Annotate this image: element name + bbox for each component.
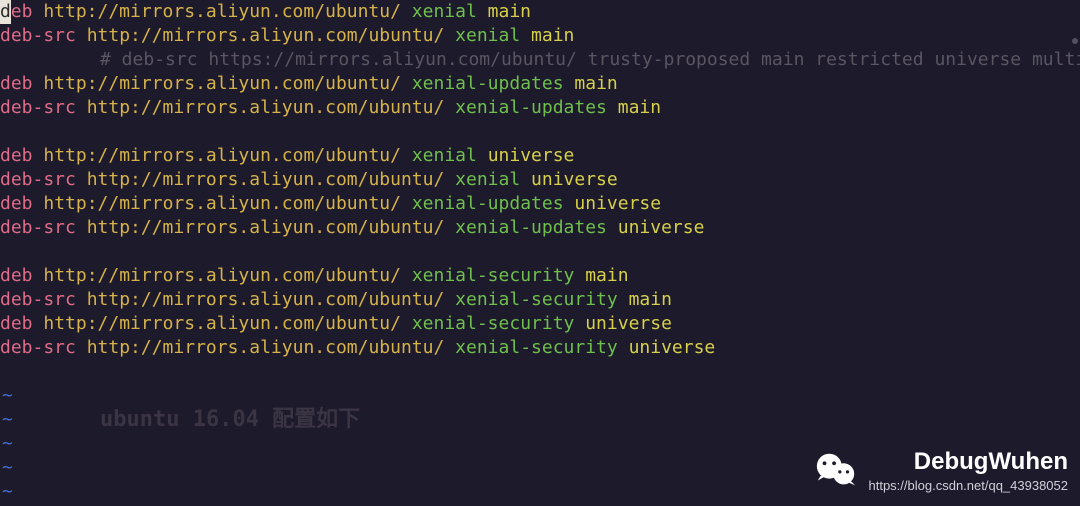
token-deb: deb-src bbox=[0, 216, 87, 240]
editor-line[interactable]: deb http://mirrors.aliyun.com/ubuntu/ xe… bbox=[0, 264, 1080, 288]
token-component: main bbox=[531, 24, 574, 48]
token-url: http://mirrors.aliyun.com/ubuntu/ bbox=[87, 216, 455, 240]
token-suite: xenial-updates bbox=[412, 192, 575, 216]
token-component: main bbox=[574, 72, 617, 96]
vim-tilde: ~ bbox=[0, 480, 13, 504]
editor-line[interactable]: deb-src http://mirrors.aliyun.com/ubuntu… bbox=[0, 24, 1080, 48]
vim-tilde: ~ bbox=[0, 408, 13, 432]
token-deb: deb-src bbox=[0, 288, 87, 312]
editor-line[interactable]: ~ bbox=[0, 408, 1080, 432]
token-url: http://mirrors.aliyun.com/ubuntu/ bbox=[43, 192, 411, 216]
editor-line[interactable]: deb-src http://mirrors.aliyun.com/ubuntu… bbox=[0, 336, 1080, 360]
token-deb: deb bbox=[0, 192, 43, 216]
token-url: http://mirrors.aliyun.com/ubuntu/ bbox=[43, 264, 411, 288]
watermark: DebugWuhen https://blog.csdn.net/qq_4393… bbox=[813, 447, 1069, 500]
token-deb: deb bbox=[0, 312, 43, 336]
editor-line[interactable] bbox=[0, 240, 1080, 264]
token-component: universe bbox=[488, 144, 575, 168]
token-component: main bbox=[488, 0, 531, 24]
token-suite: xenial bbox=[455, 24, 531, 48]
editor-line[interactable]: ~ bbox=[0, 384, 1080, 408]
token-suite: xenial-security bbox=[412, 312, 585, 336]
editor-line[interactable]: deb-src http://mirrors.aliyun.com/ubuntu… bbox=[0, 216, 1080, 240]
watermark-link: https://blog.csdn.net/qq_43938052 bbox=[869, 474, 1069, 498]
editor-line[interactable]: deb http://mirrors.aliyun.com/ubuntu/ xe… bbox=[0, 312, 1080, 336]
vim-tilde: ~ bbox=[0, 432, 13, 456]
editor-line[interactable] bbox=[0, 120, 1080, 144]
terminal-editor[interactable]: deb http://mirrors.aliyun.com/ubuntu/ xe… bbox=[0, 0, 1080, 504]
token-deb: deb-src bbox=[0, 96, 87, 120]
token-component: main bbox=[585, 264, 628, 288]
token-suite: xenial bbox=[412, 144, 488, 168]
token-url: http://mirrors.aliyun.com/ubuntu/ bbox=[87, 96, 455, 120]
token-deb: deb bbox=[0, 144, 43, 168]
editor-line[interactable]: deb http://mirrors.aliyun.com/ubuntu/ xe… bbox=[0, 192, 1080, 216]
token-url: http://mirrors.aliyun.com/ubuntu/ bbox=[87, 168, 455, 192]
watermark-label: DebugWuhen bbox=[914, 450, 1068, 474]
token-suite: xenial-updates bbox=[412, 72, 575, 96]
token-component: universe bbox=[531, 168, 618, 192]
token-component: universe bbox=[618, 216, 705, 240]
token-component: universe bbox=[585, 312, 672, 336]
token-suite: xenial-security bbox=[455, 288, 628, 312]
token-url: http://mirrors.aliyun.com/ubuntu/ bbox=[43, 312, 411, 336]
vim-tilde: ~ bbox=[0, 384, 13, 408]
token-suite: xenial-security bbox=[455, 336, 628, 360]
editor-line[interactable]: deb http://mirrors.aliyun.com/ubuntu/ xe… bbox=[0, 0, 1080, 24]
token-deb: deb bbox=[0, 264, 43, 288]
token-suite: xenial-security bbox=[412, 264, 585, 288]
token-suite: xenial bbox=[412, 0, 488, 24]
token-component: universe bbox=[629, 336, 716, 360]
editor-line[interactable] bbox=[0, 360, 1080, 384]
token-suite: xenial bbox=[455, 168, 531, 192]
token-deb: deb-src bbox=[0, 168, 87, 192]
token-url: http://mirrors.aliyun.com/ubuntu/ bbox=[87, 336, 455, 360]
token-suite: xenial-updates bbox=[455, 216, 618, 240]
token-deb: eb bbox=[11, 0, 44, 24]
editor-line[interactable] bbox=[0, 48, 1080, 72]
editor-line[interactable]: deb http://mirrors.aliyun.com/ubuntu/ xe… bbox=[0, 72, 1080, 96]
editor-line[interactable]: deb-src http://mirrors.aliyun.com/ubuntu… bbox=[0, 288, 1080, 312]
token-deb: deb-src bbox=[0, 336, 87, 360]
token-url: http://mirrors.aliyun.com/ubuntu/ bbox=[87, 24, 455, 48]
wechat-icon bbox=[813, 447, 859, 500]
editor-line[interactable]: deb-src http://mirrors.aliyun.com/ubuntu… bbox=[0, 96, 1080, 120]
token-url: http://mirrors.aliyun.com/ubuntu/ bbox=[43, 72, 411, 96]
token-component: universe bbox=[574, 192, 661, 216]
token-component: main bbox=[629, 288, 672, 312]
token-url: http://mirrors.aliyun.com/ubuntu/ bbox=[87, 288, 455, 312]
token-deb: deb bbox=[0, 72, 43, 96]
token-component: main bbox=[618, 96, 661, 120]
token-url: http://mirrors.aliyun.com/ubuntu/ bbox=[43, 0, 411, 24]
editor-line[interactable]: deb http://mirrors.aliyun.com/ubuntu/ xe… bbox=[0, 144, 1080, 168]
text-cursor: d bbox=[0, 0, 11, 24]
vim-tilde: ~ bbox=[0, 456, 13, 480]
token-deb: deb-src bbox=[0, 24, 87, 48]
editor-line[interactable]: deb-src http://mirrors.aliyun.com/ubuntu… bbox=[0, 168, 1080, 192]
token-url: http://mirrors.aliyun.com/ubuntu/ bbox=[43, 144, 411, 168]
token-suite: xenial-updates bbox=[455, 96, 618, 120]
